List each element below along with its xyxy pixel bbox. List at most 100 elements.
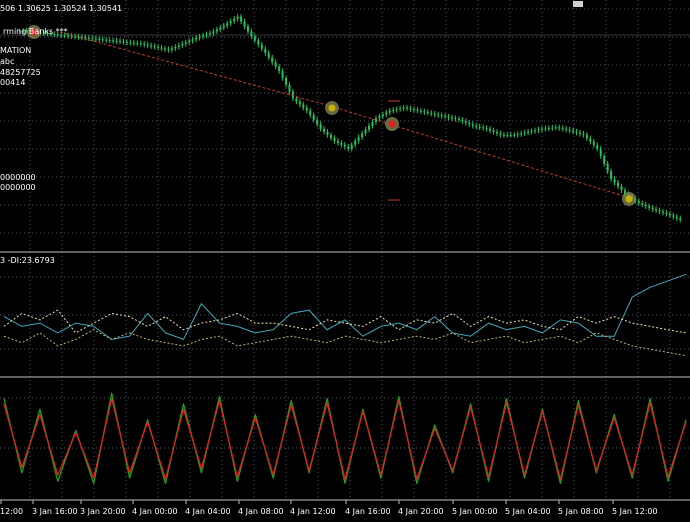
price-candle-body: [613, 178, 616, 183]
price-candle-body: [184, 42, 187, 44]
price-candle-body: [471, 124, 474, 126]
time-axis-label: 5 Jan 08:00: [558, 507, 604, 516]
price-candle-body: [475, 125, 478, 127]
price-candle-body: [447, 116, 450, 118]
price-candle-body: [565, 128, 568, 130]
price-candle-body: [578, 132, 581, 134]
price-candle-body: [547, 128, 550, 130]
price-candle-body: [603, 156, 606, 164]
price-candle-body: [229, 21, 232, 24]
info-line-1: rming Banks ***: [3, 27, 68, 36]
price-candle-body: [489, 128, 492, 131]
price-candle-body: [115, 40, 118, 42]
price-candle-body: [70, 35, 73, 37]
price-candle-body: [368, 125, 371, 130]
price-candle-body: [461, 119, 464, 122]
price-candle-body: [575, 131, 578, 133]
price-candle-body: [333, 137, 336, 141]
panel-separators[interactable]: [0, 34, 690, 501]
price-candle-body: [357, 137, 360, 141]
price-candle-body: [215, 29, 218, 32]
price-candle-body: [191, 39, 194, 41]
price-candle-body: [419, 110, 422, 112]
price-candle-body: [139, 43, 142, 45]
price-candle-body: [610, 171, 613, 179]
chart-canvas[interactable]: 12:00 3 Jan 16:00 3 Jan 20:00 4 Jan 00:00 4 …: [0, 0, 690, 518]
time-axis-label: 5 Jan 04:00: [505, 507, 551, 516]
price-candle-body: [392, 109, 395, 111]
price-candle-body: [437, 114, 440, 116]
price-candle-body: [271, 57, 274, 63]
price-candle-body: [399, 108, 402, 110]
price-candle-body: [219, 27, 222, 30]
price-candle-body: [679, 218, 682, 220]
price-panel[interactable]: [18, 13, 682, 223]
price-candle-body: [129, 42, 132, 44]
price-candle-body: [77, 36, 80, 38]
price-candle-body: [202, 35, 205, 37]
ohlc-readout: 506 1.30625 1.30524 1.30541: [0, 4, 123, 13]
price-candle-body: [482, 127, 485, 129]
signal-marker-2-dot: [328, 104, 336, 112]
price-candle-body: [395, 109, 398, 111]
price-candle-body: [208, 33, 211, 35]
price-candle-body: [516, 134, 519, 136]
price-candle-body: [502, 134, 505, 136]
price-candle-body: [561, 128, 564, 130]
chart-window[interactable]: 12:00 3 Jan 16:00 3 Jan 20:00 4 Jan 00:00 4 …: [0, 0, 690, 518]
close-icon[interactable]: [573, 0, 583, 7]
price-candle-body: [589, 138, 592, 142]
info-line-1-suffix: ***: [55, 27, 68, 36]
price-candle-body: [253, 36, 256, 41]
time-axis-label: 4 Jan 20:00: [398, 507, 444, 516]
price-candle-body: [98, 38, 101, 40]
price-candle-body: [385, 112, 388, 115]
price-candle-body: [226, 23, 229, 26]
price-candle-body: [246, 26, 249, 32]
price-candle-body: [492, 130, 495, 132]
price-candle-body: [205, 34, 208, 36]
price-candle-body: [136, 43, 139, 45]
price-candle-body: [177, 45, 180, 47]
info-line-6: 0000000: [0, 173, 36, 182]
price-candle-body: [554, 127, 557, 129]
info-line-3: abc: [0, 57, 15, 66]
price-candle-body: [551, 127, 554, 129]
signal-marker-4-dot: [625, 195, 633, 203]
signal-marker-3-dot: [388, 120, 396, 128]
price-candle-body: [91, 38, 94, 40]
price-candle-body: [350, 144, 353, 149]
price-candle-body: [295, 98, 298, 102]
time-axis: 12:00 3 Jan 16:00 3 Jan 20:00 4 Jan 00:00 4 …: [0, 500, 658, 516]
price-candle-body: [644, 204, 647, 207]
price-candle-body: [388, 110, 391, 113]
price-candle-body: [305, 107, 308, 111]
price-candle-body: [520, 133, 523, 135]
price-candle-body: [163, 48, 166, 50]
price-candle-body: [316, 119, 319, 125]
price-candle-body: [558, 127, 561, 129]
price-candle-body: [319, 124, 322, 129]
price-candle-body: [105, 39, 108, 41]
price-candle-body: [651, 207, 654, 210]
time-axis-label: 12:00: [0, 507, 23, 516]
price-candle-body: [233, 18, 236, 22]
info-line-4: 48257725: [0, 68, 41, 77]
price-candle-body: [665, 212, 668, 214]
price-candle-body: [568, 129, 571, 131]
stochastic-panel[interactable]: [3, 392, 687, 485]
price-candle-body: [336, 140, 339, 143]
price-candle-body: [485, 128, 488, 130]
price-candle-body: [94, 38, 97, 40]
price-candle-body: [402, 107, 405, 109]
price-candle-body: [534, 130, 537, 132]
price-candle-body: [340, 142, 343, 145]
price-candle-body: [122, 41, 125, 43]
price-candle-body: [675, 216, 678, 219]
price-candle-body: [240, 16, 243, 22]
price-candle-body: [416, 109, 419, 111]
price-candle-body: [596, 145, 599, 149]
info-line-5: 00414: [0, 78, 26, 87]
price-candle-body: [495, 131, 498, 134]
price-candle-body: [381, 114, 384, 117]
